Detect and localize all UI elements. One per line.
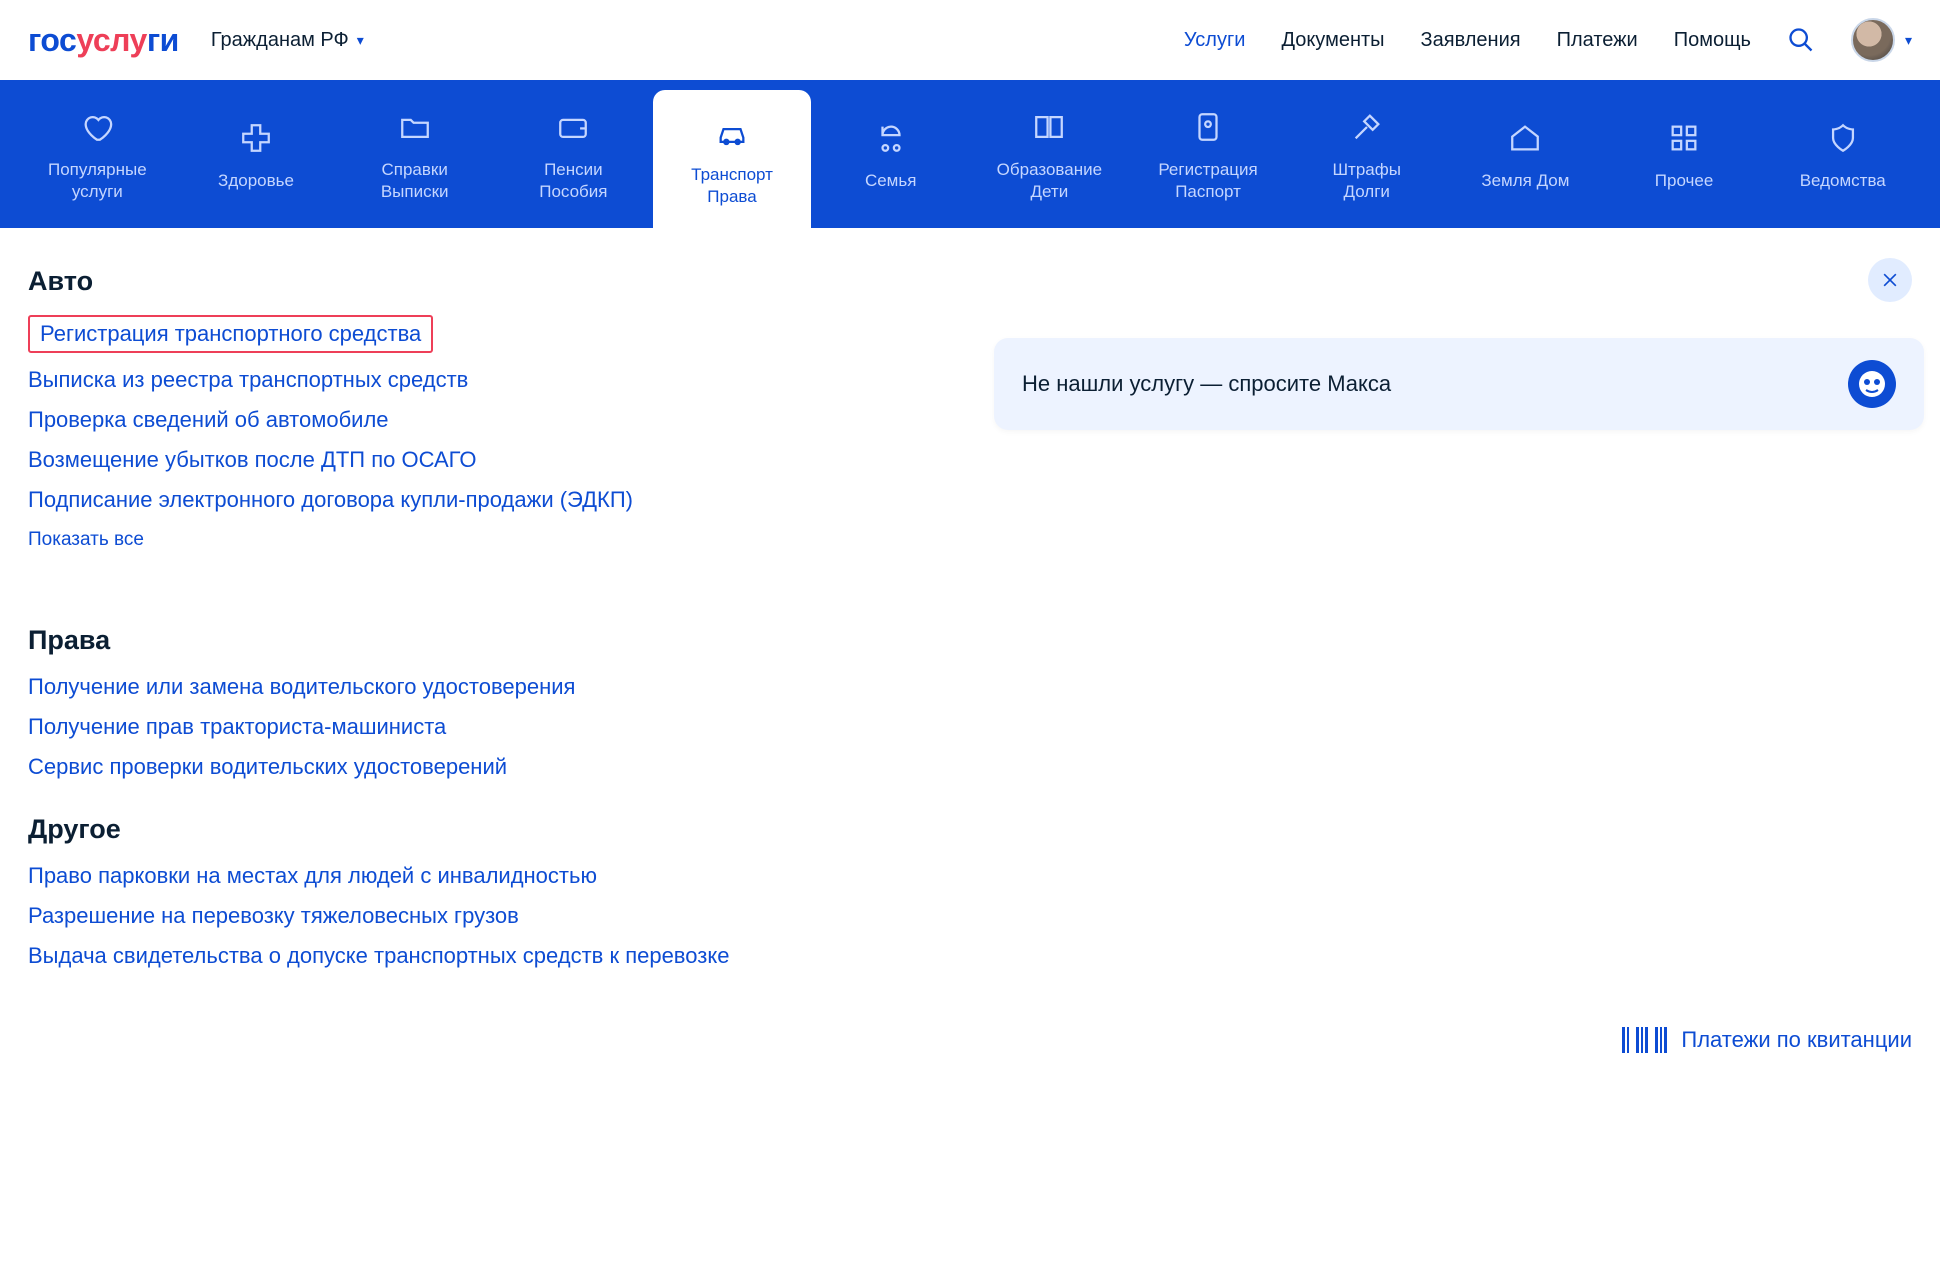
section-other: Другое Право парковки на местах для люде… <box>28 814 1912 969</box>
passport-icon <box>1191 110 1225 149</box>
nav-applications[interactable]: Заявления <box>1421 29 1521 52</box>
section-title-auto: Авто <box>28 266 1912 297</box>
category-health[interactable]: Здоровье <box>177 80 336 228</box>
folder-icon <box>398 110 432 149</box>
barcode-icon <box>1622 1027 1667 1053</box>
category-book[interactable]: Образование Дети <box>970 80 1129 228</box>
search-icon[interactable] <box>1787 26 1815 54</box>
gavel-icon <box>1350 110 1384 149</box>
category-label: Транспорт Права <box>691 164 773 207</box>
category-bar: Популярные услуги Здоровье Справки Выписки… <box>0 80 1940 228</box>
content: Не нашли услугу — спросите Макса Авто Ре… <box>0 228 1940 1043</box>
service-link[interactable]: Право парковки на местах для людей с инв… <box>28 863 597 889</box>
user-menu[interactable]: ▾ <box>1851 18 1912 62</box>
chevron-down-icon: ▾ <box>357 32 364 49</box>
service-link[interactable]: Выдача свидетельства о допуске транспорт… <box>28 943 729 969</box>
category-passport[interactable]: Регистрация Паспорт <box>1129 80 1288 228</box>
category-emblem[interactable]: Ведомства <box>1763 80 1922 228</box>
nav-help[interactable]: Помощь <box>1674 29 1751 52</box>
section-title-other: Другое <box>28 814 1912 845</box>
category-wallet[interactable]: Пенсии Пособия <box>494 80 653 228</box>
service-link[interactable]: Проверка сведений об автомобиле <box>28 407 389 433</box>
assist-bot-icon <box>1848 360 1896 408</box>
show-all-link[interactable]: Показать все <box>28 529 144 551</box>
payments-by-receipt[interactable]: Платежи по квитанции <box>1622 1027 1912 1053</box>
category-label: Семья <box>865 170 916 191</box>
category-label: Пенсии Пособия <box>539 159 607 202</box>
service-link[interactable]: Возмещение убытков после ДТП по ОСАГО <box>28 447 476 473</box>
category-label: Здоровье <box>218 170 294 191</box>
logo-part-gi: ги <box>147 22 179 58</box>
payments-label: Платежи по квитанции <box>1681 1027 1912 1053</box>
category-label: Прочее <box>1655 170 1714 191</box>
category-folder[interactable]: Справки Выписки <box>335 80 494 228</box>
avatar <box>1851 18 1895 62</box>
wallet-icon <box>556 110 590 149</box>
service-link[interactable]: Получение или замена водительского удост… <box>28 674 575 700</box>
logo-part-us: услу <box>76 22 147 58</box>
category-label: Ведомства <box>1800 170 1886 191</box>
category-label: Справки Выписки <box>381 159 449 202</box>
nav-payments[interactable]: Платежи <box>1557 29 1638 52</box>
category-home[interactable]: Земля Дом <box>1446 80 1605 228</box>
section-prava: Права Получение или замена водительского… <box>28 625 1912 780</box>
category-grid[interactable]: Прочее <box>1605 80 1764 228</box>
service-link[interactable]: Подписание электронного договора купли-п… <box>28 487 633 513</box>
category-gavel[interactable]: Штрафы Долги <box>1287 80 1446 228</box>
book-icon <box>1032 110 1066 149</box>
health-icon <box>239 121 273 160</box>
header: госуслуги Гражданам РФ ▾ Услуги Документ… <box>0 0 1940 80</box>
section-title-prava: Права <box>28 625 1912 656</box>
emblem-icon <box>1826 121 1860 160</box>
service-link[interactable]: Разрешение на перевозку тяжеловесных гру… <box>28 903 519 929</box>
car-icon <box>715 115 749 154</box>
nav-documents[interactable]: Документы <box>1281 29 1384 52</box>
category-car[interactable]: Транспорт Права <box>653 90 812 228</box>
chevron-down-icon: ▾ <box>1905 32 1912 49</box>
logo[interactable]: госуслуги <box>28 22 179 59</box>
header-nav: Услуги Документы Заявления Платежи Помощ… <box>1184 18 1912 62</box>
stroller-icon <box>874 121 908 160</box>
logo-part-gos: гос <box>28 22 76 58</box>
grid-icon <box>1667 121 1701 160</box>
assist-max-box[interactable]: Не нашли услугу — спросите Макса <box>994 338 1924 430</box>
service-link[interactable]: Выписка из реестра транспортных средств <box>28 367 468 393</box>
category-label: Образование Дети <box>997 159 1102 202</box>
service-link[interactable]: Получение прав тракториста-машиниста <box>28 714 446 740</box>
category-label: Штрафы Долги <box>1332 159 1400 202</box>
category-label: Популярные услуги <box>48 159 147 202</box>
home-icon <box>1508 121 1542 160</box>
service-link[interactable]: Сервис проверки водительских удостоверен… <box>28 754 507 780</box>
close-icon[interactable] <box>1868 258 1912 302</box>
category-stroller[interactable]: Семья <box>811 80 970 228</box>
service-link[interactable]: Регистрация транспортного средства <box>28 315 433 353</box>
citizens-dropdown[interactable]: Гражданам РФ ▾ <box>211 29 364 52</box>
heart-icon <box>80 110 114 149</box>
assist-text: Не нашли услугу — спросите Макса <box>1022 371 1391 397</box>
category-heart[interactable]: Популярные услуги <box>18 80 177 228</box>
nav-services[interactable]: Услуги <box>1184 29 1246 52</box>
category-label: Регистрация Паспорт <box>1158 159 1257 202</box>
citizens-label: Гражданам РФ <box>211 29 349 52</box>
category-label: Земля Дом <box>1481 170 1569 191</box>
